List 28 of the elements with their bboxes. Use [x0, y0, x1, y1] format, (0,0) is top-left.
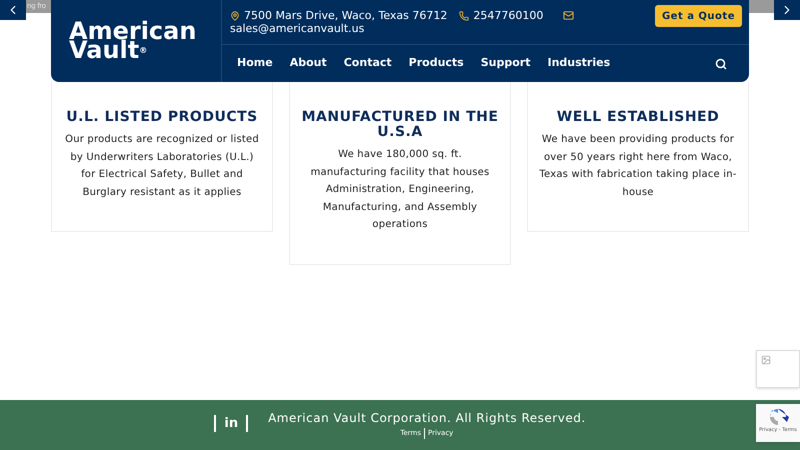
phone-icon [459, 10, 470, 20]
mail-icon [563, 10, 574, 21]
recaptcha-logo-icon [767, 407, 789, 427]
get-quote-button[interactable]: Get a Quote [654, 5, 742, 27]
phone-link[interactable]: 2547760100 [473, 9, 544, 22]
feature-text: Our products are recognized or listed by Underwriters Laboratories (U.L.) for Electrical Safety, Bullet and Burglary resistant as it applies [64, 133, 260, 200]
email-link[interactable]: sales@americanvault.us [230, 22, 655, 35]
feature-text: We have been providing products for over 50 years right here from Waco, Texas with fabrication taking place in-house [538, 133, 738, 200]
address-text: 7500 Mars Drive, Waco, Texas 76712 [244, 9, 448, 22]
nav-link[interactable]: About [290, 55, 327, 72]
copyright-text: American Vault Corporation. All Rights Reserved. [268, 411, 586, 426]
nav-link[interactable]: Products [408, 55, 464, 72]
location-pin-icon [230, 10, 240, 20]
feature-text: We have 180,000 sq. ft. manufacturing facility that houses Administration, Engineering, Manufacturing, and Assembly operations [310, 148, 490, 232]
feature-title: U.L. LISTED PRODUCTS [66, 110, 258, 125]
previous-button[interactable] [0, 0, 26, 20]
nav-link[interactable]: Industries [547, 55, 610, 72]
linkedin-link[interactable]: in [214, 415, 248, 432]
logo-text[interactable]: Vault® [69, 41, 221, 60]
next-button[interactable] [774, 0, 800, 20]
broken-image-icon [761, 355, 771, 365]
nav-link[interactable]: Support [480, 55, 530, 72]
feature-title: WELL ESTABLISHED [556, 110, 720, 125]
feature-title: MANUFACTURED IN THE U.S.A [300, 110, 500, 140]
nav-link[interactable]: Contact [344, 55, 392, 72]
logo-text[interactable]: American [69, 22, 221, 41]
nav-link[interactable]: Home [237, 55, 273, 72]
search-icon[interactable] [715, 58, 727, 70]
